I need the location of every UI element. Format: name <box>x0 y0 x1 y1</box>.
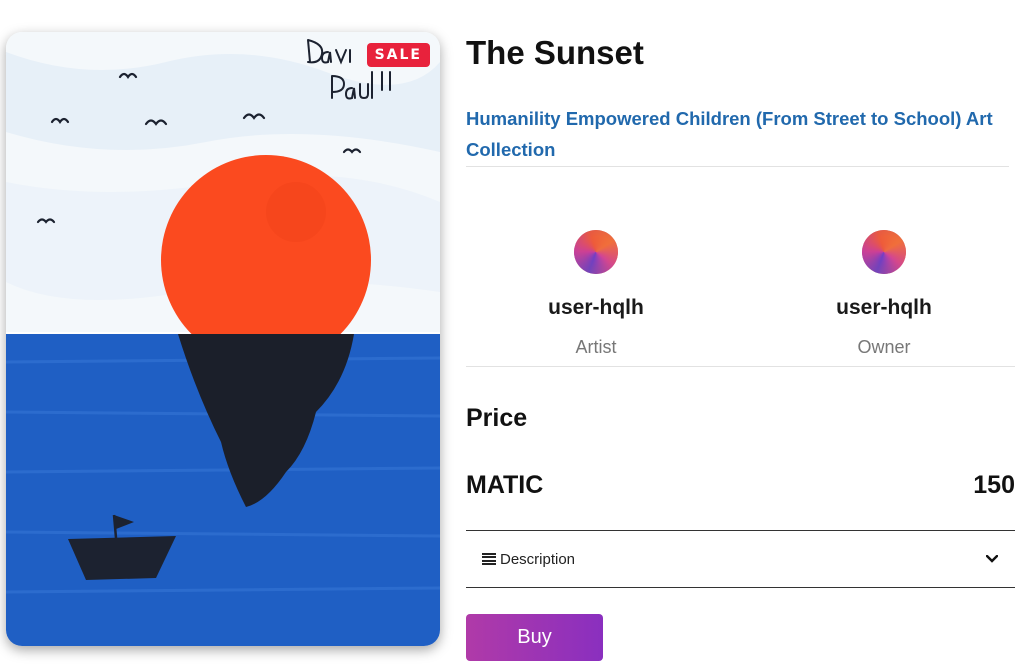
list-icon <box>482 553 496 565</box>
artwork-image[interactable]: SALE <box>6 32 440 646</box>
owner-username[interactable]: user-hqlh <box>784 296 984 320</box>
divider <box>466 166 1009 167</box>
description-label: Description <box>500 550 576 568</box>
price-currency: MATIC <box>466 471 544 499</box>
divider <box>466 366 1015 367</box>
artist-role-label: Artist <box>575 337 617 357</box>
item-title: The Sunset <box>466 34 644 71</box>
sunset-painting <box>6 32 440 646</box>
buy-button[interactable]: Buy <box>466 614 603 661</box>
sale-badge: SALE <box>366 43 430 67</box>
collection-link[interactable]: Humanility Empowered Children (From Stre… <box>466 103 1006 165</box>
artist-username[interactable]: user-hqlh <box>496 296 696 320</box>
price-amount: 150 <box>973 471 1015 499</box>
chevron-down-icon[interactable] <box>985 552 999 566</box>
description-toggle[interactable]: Description <box>466 530 1015 588</box>
owner-role-label: Owner <box>857 337 911 357</box>
price-heading: Price <box>466 404 528 432</box>
artist-avatar[interactable] <box>574 230 618 274</box>
owner-card[interactable]: user-hqlh Owner <box>784 230 984 358</box>
artist-card[interactable]: user-hqlh Artist <box>496 230 696 358</box>
owner-avatar[interactable] <box>862 230 906 274</box>
